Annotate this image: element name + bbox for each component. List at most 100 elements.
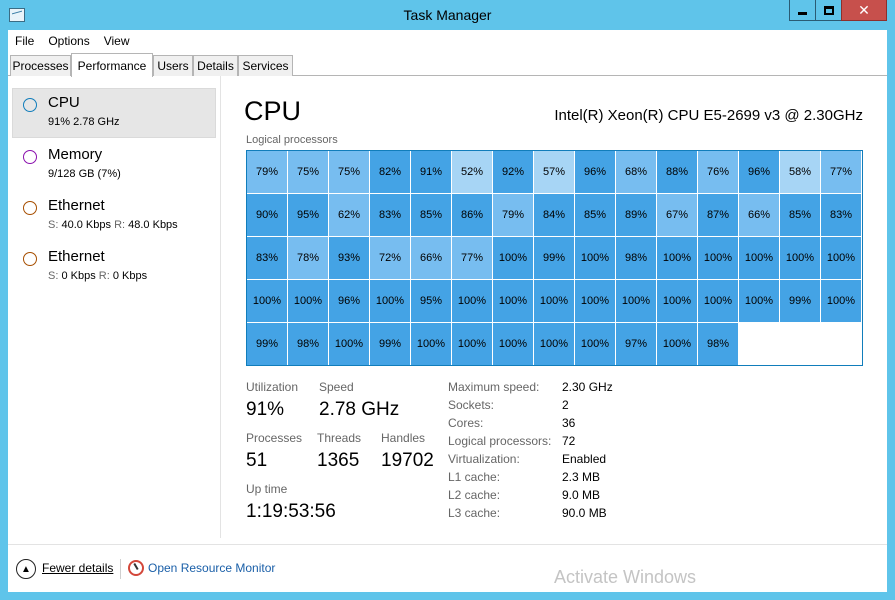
logical-processor-cell: 98% [288, 323, 328, 365]
logical-processor-cell: 100% [739, 237, 779, 279]
logical-processor-cell: 100% [370, 280, 410, 322]
logical-processor-cell: 100% [657, 280, 697, 322]
activate-windows-watermark: Activate Windows [554, 567, 697, 587]
speed-value: 2.78 GHz [319, 399, 400, 420]
logical-processor-cell: 76% [698, 151, 738, 193]
uptime-value: 1:19:53:56 [246, 501, 336, 522]
tab-processes[interactable]: Processes [10, 55, 71, 76]
tab-users[interactable]: Users [153, 55, 193, 76]
open-resource-monitor-link[interactable]: Open Resource Monitor [148, 561, 275, 575]
logical-processor-cell: 100% [452, 323, 492, 365]
handles-label: Handles [381, 431, 426, 445]
fewer-details-label: Fewer details [42, 561, 114, 575]
logical-processor-cell: 99% [370, 323, 410, 365]
footer-bar: ▲ Fewer details Open Resource Monitor Ac… [8, 544, 887, 592]
uptime-label: Up time [246, 482, 288, 496]
menu-options[interactable]: Options [41, 34, 96, 48]
logical-processor-cell: 93% [329, 237, 369, 279]
logical-processor-cell: 77% [821, 151, 861, 193]
utilization-label: Utilization [246, 380, 299, 394]
logical-processor-cell: 62% [329, 194, 369, 236]
menu-file[interactable]: File [8, 34, 41, 48]
logical-processor-cell: 57% [534, 151, 574, 193]
logical-processor-cell: 100% [780, 237, 820, 279]
logical-processor-cell: 100% [534, 280, 574, 322]
logical-processor-cell: 100% [821, 280, 861, 322]
sidebar-item-cpu[interactable]: CPU 91% 2.78 GHz [12, 90, 216, 140]
sidebar-item-ethernet-1[interactable]: Ethernet S: 40.0 Kbps R: 48.0 Kbps [12, 193, 216, 243]
tab-performance[interactable]: Performance [71, 53, 153, 77]
logical-processor-cell: 89% [616, 194, 656, 236]
sockets-value: 2 [562, 398, 569, 412]
logical-processor-cell: 84% [534, 194, 574, 236]
logical-processor-cell: 66% [739, 194, 779, 236]
logical-processor-cell: 100% [616, 280, 656, 322]
memory-indicator-icon [23, 150, 37, 164]
logical-processor-cell: 79% [247, 151, 287, 193]
ethernet-indicator-icon [23, 252, 37, 266]
menu-view[interactable]: View [97, 34, 137, 48]
receive-value: 0 Kbps [112, 270, 148, 282]
logical-processor-cell: 78% [288, 237, 328, 279]
footer-divider [120, 559, 121, 579]
l1-cache-value: 2.3 MB [562, 470, 601, 484]
logical-processor-cell: 100% [575, 323, 615, 365]
receive-label: R: [98, 270, 110, 282]
tab-services[interactable]: Services [238, 55, 293, 76]
send-label: S: [48, 219, 59, 231]
logical-processor-cell: 87% [698, 194, 738, 236]
logical-processor-cell: 91% [411, 151, 451, 193]
tab-strip: Processes Performance Users Details Serv… [8, 52, 887, 77]
logical-processor-cell: 96% [329, 280, 369, 322]
logical-processor-cell: 100% [821, 237, 861, 279]
sidebar-item-memory[interactable]: Memory 9/128 GB (7%) [12, 142, 216, 192]
logical-processor-cell: 85% [411, 194, 451, 236]
logical-processor-cell: 96% [575, 151, 615, 193]
cores-value: 36 [562, 416, 576, 430]
title-bar: Task Manager ✕ [0, 0, 895, 30]
sidebar-item-subtitle: S: 0 Kbps R: 0 Kbps [48, 270, 147, 282]
logical-processor-cell: 100% [411, 323, 451, 365]
chevron-up-icon[interactable]: ▲ [16, 559, 36, 579]
logical-processor-cell: 99% [534, 237, 574, 279]
minimize-icon [798, 11, 807, 15]
fewer-details-button[interactable]: Fewer details [42, 561, 113, 575]
logical-processor-cell: 100% [739, 280, 779, 322]
logical-processor-cell: 85% [575, 194, 615, 236]
logical-processor-cell: 98% [698, 323, 738, 365]
logical-processor-cell: 100% [698, 280, 738, 322]
logical-processor-cell: 79% [493, 194, 533, 236]
sidebar-item-title: Ethernet [48, 197, 105, 214]
logical-processors-count-value: 72 [562, 434, 576, 448]
sidebar-item-title: Memory [48, 146, 103, 163]
logical-processor-cell: 100% [575, 280, 615, 322]
logical-processor-cell: 83% [370, 194, 410, 236]
close-button[interactable]: ✕ [841, 0, 887, 21]
max-speed-label: Maximum speed: [448, 380, 540, 394]
virtualization-value: Enabled [562, 452, 607, 466]
l3-cache-value: 90.0 MB [562, 506, 607, 520]
logical-processor-cell: 100% [657, 323, 697, 365]
resource-monitor-icon[interactable] [128, 560, 144, 576]
tab-details[interactable]: Details [193, 55, 238, 76]
logical-processors-label: Logical processors [246, 134, 338, 146]
logical-processor-cell: 66% [411, 237, 451, 279]
ethernet-indicator-icon [23, 201, 37, 215]
send-value: 0 Kbps [61, 270, 96, 282]
sockets-label: Sockets: [448, 398, 495, 412]
sidebar-item-subtitle: S: 40.0 Kbps R: 48.0 Kbps [48, 219, 178, 231]
logical-processor-cell: 98% [616, 237, 656, 279]
maximize-button[interactable] [815, 0, 841, 21]
logical-processor-cell: 99% [247, 323, 287, 365]
logical-processor-cell: 95% [411, 280, 451, 322]
page-title: CPU [244, 96, 302, 126]
logical-processor-cell: 72% [370, 237, 410, 279]
sidebar-item-ethernet-2[interactable]: Ethernet S: 0 Kbps R: 0 Kbps [12, 244, 216, 294]
l2-cache-value: 9.0 MB [562, 488, 601, 502]
minimize-button[interactable] [789, 0, 815, 21]
performance-pane: CPU 91% 2.78 GHz Memory 9/128 GB (7%) Et… [8, 76, 887, 544]
maximize-icon [823, 5, 834, 15]
logical-processor-cell: 97% [616, 323, 656, 365]
logical-processor-cell: 100% [698, 237, 738, 279]
logical-processor-cell: 100% [493, 323, 533, 365]
